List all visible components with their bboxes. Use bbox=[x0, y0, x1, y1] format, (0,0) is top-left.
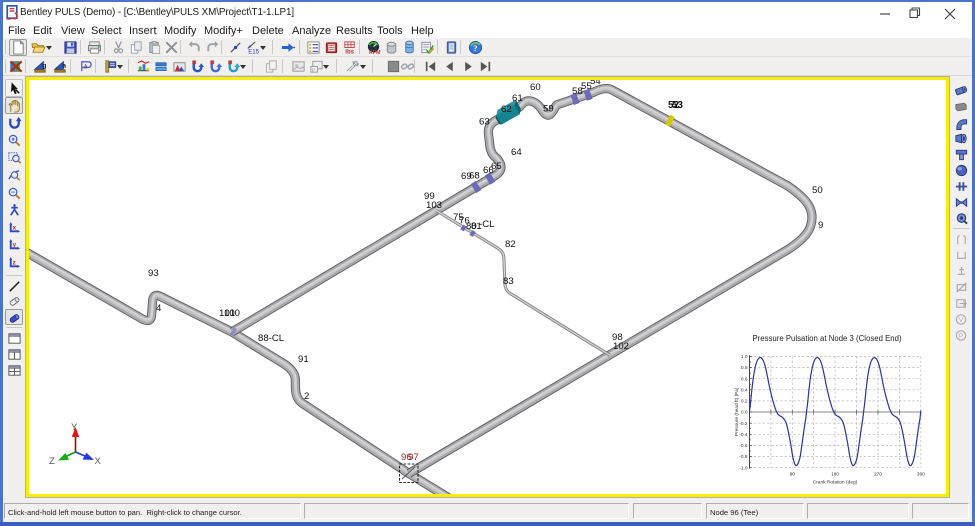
svg-text:1.0: 1.0 bbox=[741, 354, 748, 360]
svg-text:?: ? bbox=[473, 43, 477, 53]
svg-text:63: 63 bbox=[479, 117, 490, 128]
svg-text:Crank Rotation (deg): Crank Rotation (deg) bbox=[813, 480, 858, 486]
svg-text:P: P bbox=[311, 68, 314, 73]
svg-text:lbs: lbs bbox=[345, 49, 354, 55]
svg-text:88-CL: 88-CL bbox=[258, 333, 285, 344]
svg-text:90: 90 bbox=[790, 472, 796, 478]
svg-text:54: 54 bbox=[590, 80, 601, 87]
svg-text:Pressure Pulsation at Node 3 (: Pressure Pulsation at Node 3 (Closed End… bbox=[752, 334, 901, 343]
svg-text:Y: Y bbox=[71, 422, 78, 433]
svg-text:0.2: 0.2 bbox=[741, 399, 748, 405]
svg-text:61: 61 bbox=[512, 93, 523, 104]
svg-text:102: 102 bbox=[613, 341, 629, 352]
svg-text:0.0: 0.0 bbox=[741, 410, 748, 416]
svg-text:0.6: 0.6 bbox=[741, 376, 748, 382]
svg-text:82: 82 bbox=[505, 239, 516, 250]
svg-text:360: 360 bbox=[917, 472, 925, 478]
svg-text:83: 83 bbox=[503, 276, 514, 287]
svg-text:Pressure (head ft) [Pa]: Pressure (head ft) [Pa] bbox=[734, 388, 740, 436]
svg-text:64: 64 bbox=[511, 147, 522, 158]
svg-text:270: 270 bbox=[874, 472, 882, 478]
svg-text:z: z bbox=[12, 259, 15, 266]
svg-text:X: X bbox=[95, 456, 102, 467]
svg-text:100: 100 bbox=[224, 308, 240, 319]
svg-text:0.8: 0.8 bbox=[741, 365, 748, 371]
svg-text:91: 91 bbox=[298, 354, 309, 365]
svg-text:50: 50 bbox=[812, 185, 823, 196]
svg-text:E15: E15 bbox=[248, 49, 259, 55]
svg-text:RPM: RPM bbox=[369, 50, 380, 55]
svg-text:62: 62 bbox=[501, 104, 512, 115]
svg-text:59: 59 bbox=[543, 104, 554, 115]
svg-text:Z: Z bbox=[49, 456, 55, 467]
svg-text:9: 9 bbox=[818, 220, 823, 231]
svg-text:103: 103 bbox=[426, 200, 442, 211]
svg-text:180: 180 bbox=[831, 472, 839, 478]
svg-text:V: V bbox=[958, 317, 963, 324]
svg-text:53: 53 bbox=[672, 100, 683, 111]
svg-text:4: 4 bbox=[156, 303, 162, 314]
svg-text:58: 58 bbox=[572, 86, 583, 97]
svg-text:g: g bbox=[42, 62, 46, 69]
svg-text:93: 93 bbox=[148, 268, 159, 279]
svg-text:66: 66 bbox=[483, 165, 494, 176]
svg-text:60: 60 bbox=[530, 82, 541, 93]
svg-text:P: P bbox=[958, 333, 963, 340]
svg-text:97: 97 bbox=[408, 452, 419, 463]
svg-text:-0.2: -0.2 bbox=[739, 421, 748, 427]
svg-text:69: 69 bbox=[461, 171, 472, 182]
svg-text:a: a bbox=[62, 62, 66, 69]
svg-text:2: 2 bbox=[304, 391, 309, 402]
svg-text:0.4: 0.4 bbox=[741, 387, 748, 393]
svg-text:-1.0: -1.0 bbox=[739, 465, 748, 471]
svg-text:-0.4: -0.4 bbox=[739, 432, 748, 438]
svg-text:-CL: -CL bbox=[479, 219, 495, 230]
svg-text:-0.6: -0.6 bbox=[739, 443, 748, 449]
svg-text:-0.8: -0.8 bbox=[739, 454, 748, 460]
